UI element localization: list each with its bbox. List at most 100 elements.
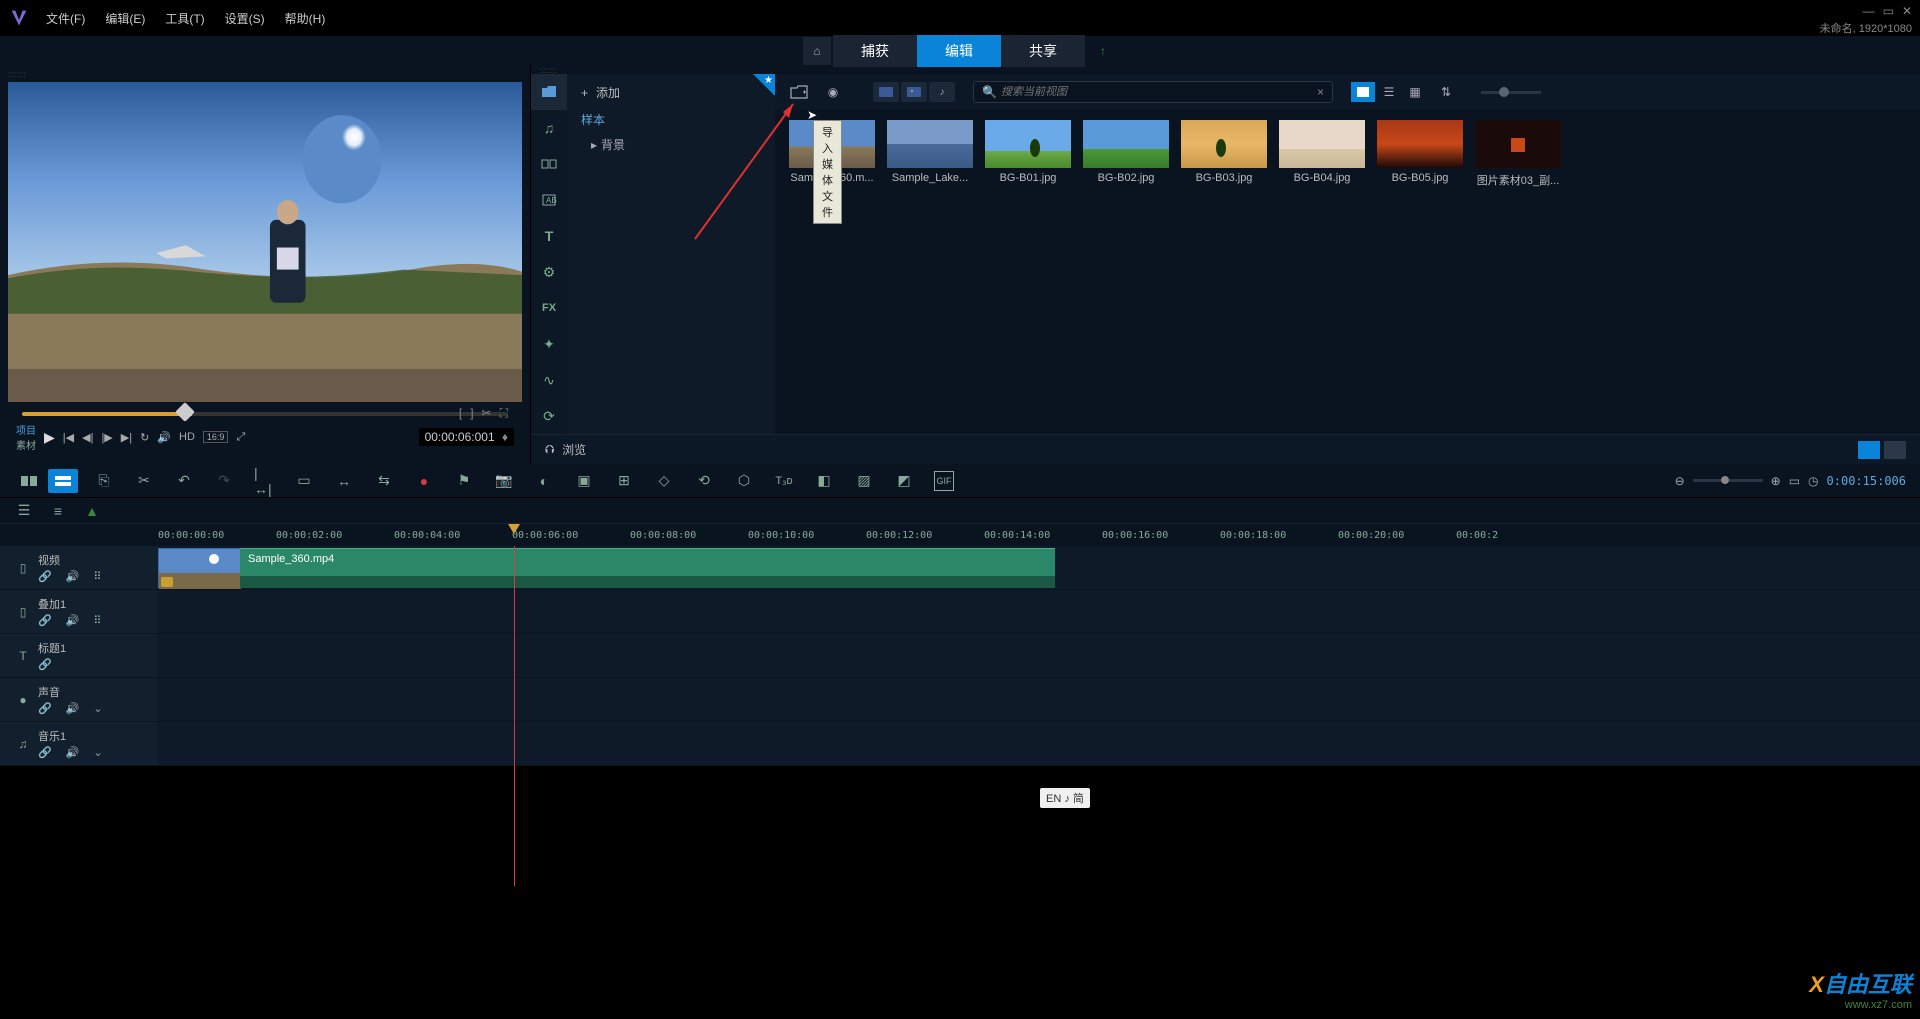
undo-icon[interactable]: ↶ xyxy=(174,471,194,491)
track-link-icon[interactable]: 🔗 xyxy=(38,658,52,671)
clock-icon[interactable]: ◷ xyxy=(1808,474,1818,488)
home-tab[interactable]: ⌂ xyxy=(803,37,831,65)
disc-import-icon[interactable]: ◉ xyxy=(819,80,847,104)
track-fx-grid-icon[interactable]: ⠿ xyxy=(93,614,101,627)
menu-help[interactable]: 帮助(H) xyxy=(285,10,326,27)
preview-viewport[interactable] xyxy=(8,82,522,402)
bracket-icon[interactable]: |↔| xyxy=(254,471,274,491)
fit-icon[interactable]: ▭ xyxy=(1789,474,1800,488)
media-item[interactable]: BG-B03.jpg xyxy=(1181,120,1267,424)
filter-video-icon[interactable] xyxy=(873,82,899,102)
record-icon[interactable]: ● xyxy=(414,471,434,491)
sidebar-music-icon[interactable]: ♫ xyxy=(531,110,567,146)
track-volume-icon[interactable]: 🔊 xyxy=(66,570,80,583)
t3d-icon[interactable]: T₃ᴅ xyxy=(774,471,794,491)
track-body[interactable]: Sample_360.mp4 xyxy=(158,546,1920,589)
tools-icon[interactable]: ✂ xyxy=(134,471,154,491)
sidebar-fx-icon[interactable]: FX xyxy=(531,290,567,326)
sidebar-gear-icon[interactable]: ⚙ xyxy=(531,254,567,290)
search-box[interactable]: 🔍 × xyxy=(973,81,1333,103)
sidebar-magic-icon[interactable]: ✦ xyxy=(531,326,567,362)
pin-icon[interactable]: ★ xyxy=(764,75,773,86)
track-link-icon[interactable]: 🔗 xyxy=(38,570,52,583)
zoom-out-icon[interactable]: ⊖ xyxy=(1675,474,1685,488)
media-item[interactable]: BG-B04.jpg xyxy=(1279,120,1365,424)
menu-settings[interactable]: 设置(S) xyxy=(225,10,265,27)
view-large-icon[interactable] xyxy=(1351,82,1375,102)
sidebar-curve-icon[interactable]: ∿ xyxy=(531,362,567,398)
sidebar-folder-icon[interactable] xyxy=(531,74,567,110)
tree-item-sample[interactable]: 样本 xyxy=(567,107,775,132)
zoom-slider[interactable] xyxy=(1693,479,1763,482)
expand-icon[interactable]: ⛶ xyxy=(500,406,508,421)
zoom-in-icon[interactable]: ⊕ xyxy=(1771,474,1781,488)
panel-drag-handle[interactable]: :::::::: xyxy=(531,66,1920,74)
maximize-button[interactable]: ▭ xyxy=(1883,4,1894,18)
playhead-line[interactable] xyxy=(514,546,515,886)
track-link-icon[interactable]: 🔗 xyxy=(38,702,52,715)
crop-icon[interactable]: ▣ xyxy=(574,471,594,491)
browse-button[interactable]: ⮉ 浏览 xyxy=(545,441,586,458)
track-body[interactable] xyxy=(158,634,1920,677)
sort-button[interactable]: ⇅ xyxy=(1441,85,1465,99)
import-media-button[interactable]: ➤ 导入媒体文件 xyxy=(785,80,813,104)
redo-icon[interactable]: ↷ xyxy=(214,471,234,491)
media-item[interactable]: 图片素材03_副... xyxy=(1475,120,1561,424)
tab-capture[interactable]: 捕获 xyxy=(833,35,917,67)
rotate-icon[interactable]: ⟲ xyxy=(694,471,714,491)
expand-preview-icon[interactable]: ⤢ xyxy=(236,431,245,444)
menu-tools[interactable]: 工具(T) xyxy=(165,10,204,27)
media-item[interactable]: BG-B05.jpg xyxy=(1377,120,1463,424)
mark-out-icon[interactable]: ] xyxy=(470,406,473,421)
ratio-icon[interactable]: ▭ xyxy=(294,471,314,491)
scissors-icon[interactable]: ✂ xyxy=(482,406,492,421)
track-expand-icon[interactable]: ▲ xyxy=(82,501,102,521)
minimize-button[interactable]: — xyxy=(1863,4,1875,18)
media-item[interactable]: BG-B02.jpg xyxy=(1083,120,1169,424)
sidebar-title-icon[interactable]: T xyxy=(531,218,567,254)
go-end-button[interactable]: ▶| xyxy=(121,431,132,444)
track-type-icon[interactable]: ▯ xyxy=(8,594,38,629)
storyboard-mode-button[interactable] xyxy=(14,469,44,493)
timeline-mode-button[interactable] xyxy=(48,469,78,493)
grid-icon[interactable]: ⊞ xyxy=(614,471,634,491)
menu-edit[interactable]: 编辑(E) xyxy=(105,10,145,27)
track-type-icon[interactable]: ♫ xyxy=(8,726,38,761)
keyframe-icon[interactable]: ◇ xyxy=(654,471,674,491)
thumbnail-size-slider[interactable] xyxy=(1481,91,1541,94)
track-options-icon[interactable]: ☰ xyxy=(14,501,34,521)
volume-button[interactable]: 🔊 xyxy=(157,431,171,444)
adjust-icon[interactable]: ◩ xyxy=(894,471,914,491)
blend-icon[interactable]: ◐ xyxy=(534,471,554,491)
track-link-icon[interactable]: 🔗 xyxy=(38,746,52,759)
slip-icon[interactable]: ⇆ xyxy=(374,471,394,491)
mark-in-icon[interactable]: [ xyxy=(459,406,462,421)
preview-scrubber[interactable]: [ ] ✂ ⛶ xyxy=(4,406,526,418)
mode-project-label[interactable]: 项目 xyxy=(16,422,36,437)
track-body[interactable] xyxy=(158,590,1920,633)
track-type-icon[interactable]: T xyxy=(8,638,38,673)
camera-icon[interactable]: 📷 xyxy=(494,471,514,491)
track-volume-icon[interactable]: 🔊 xyxy=(66,702,80,715)
stretch-icon[interactable]: ↔ xyxy=(334,471,354,491)
media-item[interactable]: BG-B01.jpg xyxy=(985,120,1071,424)
loop-button[interactable]: ↻ xyxy=(140,431,149,444)
track-fx-grid-icon[interactable]: ⠿ xyxy=(93,570,101,583)
tab-share[interactable]: 共享 xyxy=(1001,35,1085,67)
filter-image-icon[interactable] xyxy=(901,82,927,102)
step-fwd-button[interactable]: |▶ xyxy=(101,431,112,444)
sidebar-textblock-icon[interactable]: AB xyxy=(531,182,567,218)
motion-icon[interactable]: ⬡ xyxy=(734,471,754,491)
marker-icon[interactable]: ⚑ xyxy=(454,471,474,491)
view-list-icon[interactable]: ☰ xyxy=(1377,82,1401,102)
track-chevron-icon[interactable]: ⌄ xyxy=(93,746,102,759)
color-icon[interactable]: ◧ xyxy=(814,471,834,491)
tree-item-background[interactable]: ▸背景 xyxy=(567,132,775,157)
upload-button[interactable]: ↑ xyxy=(1089,37,1117,65)
timeline-clip[interactable]: Sample_360.mp4 xyxy=(158,548,1055,588)
track-type-icon[interactable]: ▯ xyxy=(8,550,38,585)
add-folder-button[interactable]: + 添加 xyxy=(567,78,775,107)
media-item[interactable]: Sample_Lake... xyxy=(887,120,973,424)
track-volume-icon[interactable]: 🔊 xyxy=(66,746,80,759)
view-grid-icon[interactable]: ▦ xyxy=(1403,82,1427,102)
